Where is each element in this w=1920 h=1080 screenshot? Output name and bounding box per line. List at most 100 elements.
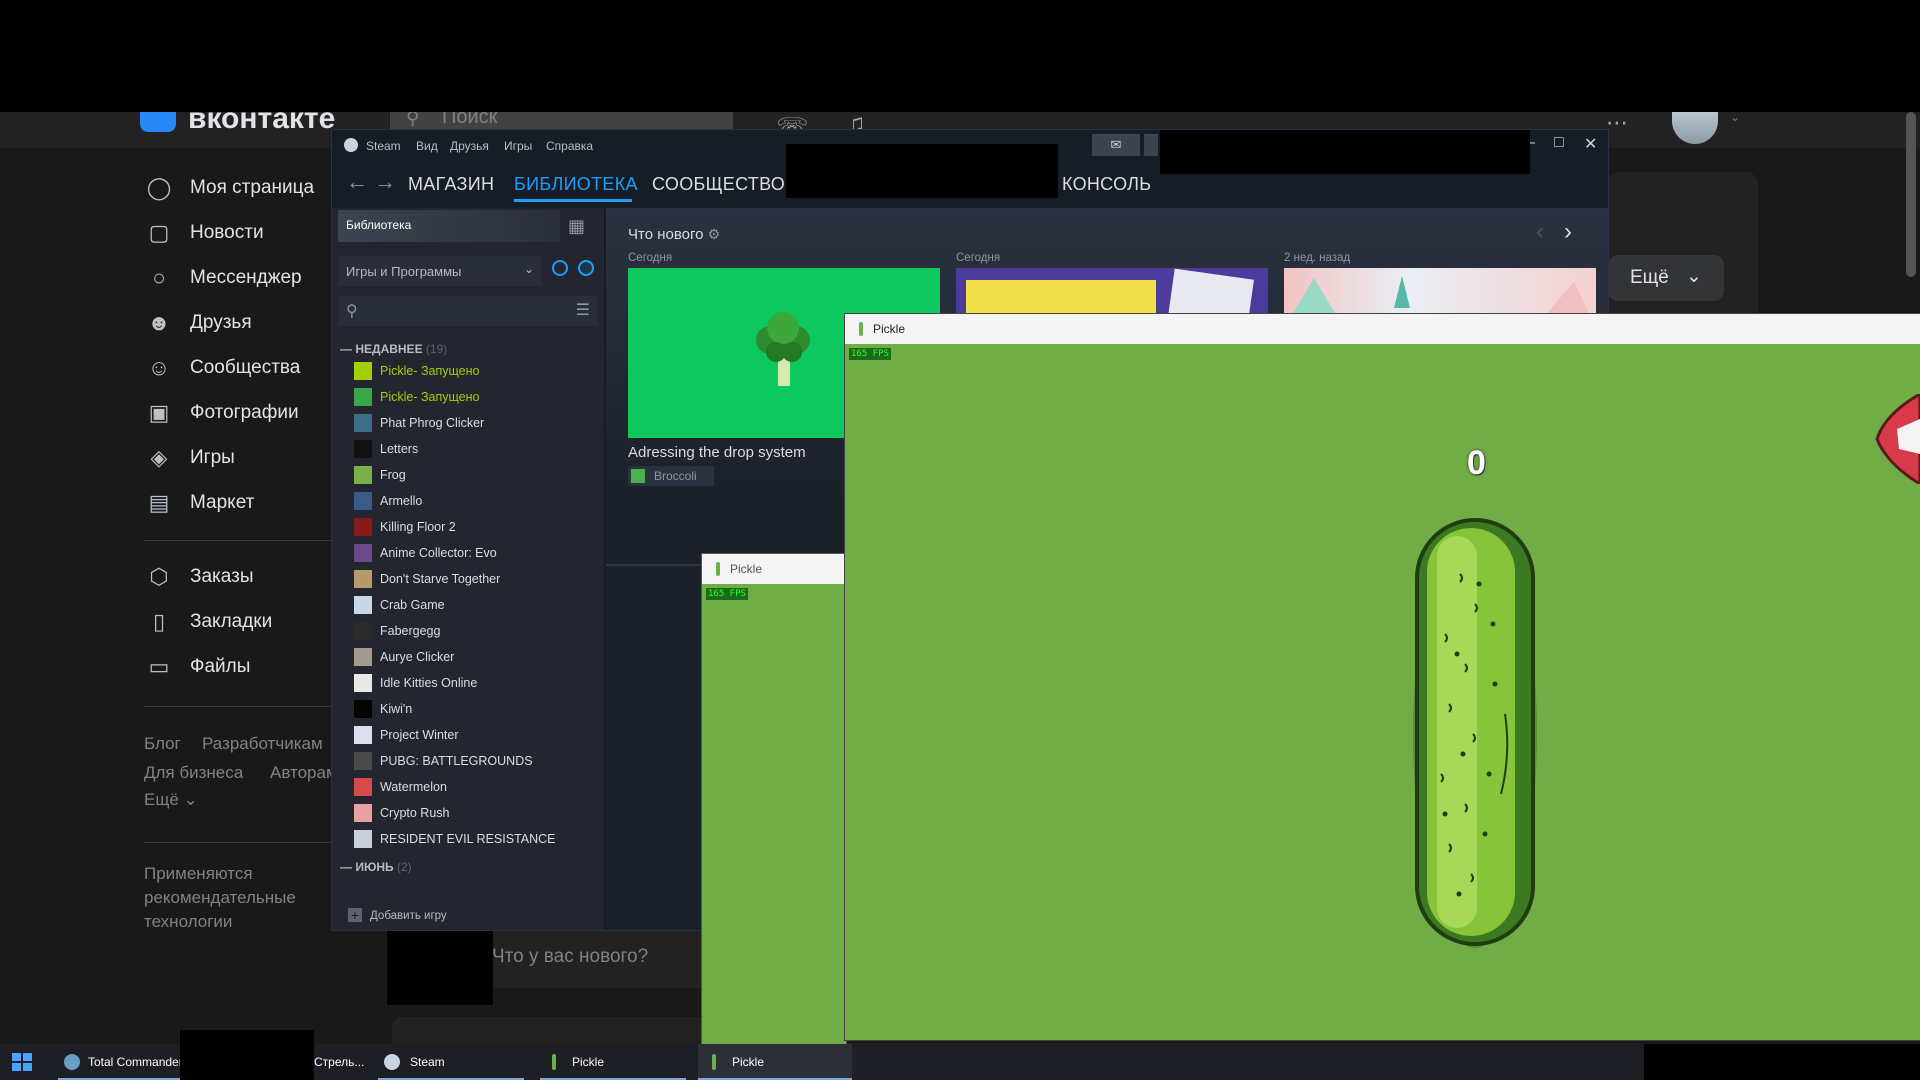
section-june[interactable]: — ИЮНЬ (2) — [340, 860, 412, 874]
pickle-titlebar[interactable]: Pickle — [702, 554, 846, 584]
tab-console[interactable]: КОНСОЛЬ — [1062, 174, 1151, 195]
vk-footer-more[interactable]: Ещё ⌄ — [144, 790, 198, 810]
recent-clock-icon[interactable] — [552, 260, 568, 276]
section-recent[interactable]: — НЕДАВНЕЕ (19) — [340, 342, 447, 356]
game-list-item[interactable]: Pickle - Запущено — [354, 360, 594, 382]
friends-icon: ☻ — [147, 310, 171, 335]
section-recent-label: НЕДАВНЕЕ — [355, 342, 423, 356]
apps-grid-icon[interactable]: ⋯ — [1606, 112, 1628, 136]
vk-recommend-note-line1: Применяются — [144, 864, 253, 883]
game-list-item[interactable]: Killing Floor 2 — [354, 516, 594, 538]
game-list-item[interactable]: Anime Collector: Evo — [354, 542, 594, 564]
game-name: Don't Starve Together — [380, 572, 501, 586]
library-search-input[interactable]: ⚲ ☰ — [338, 296, 598, 326]
tab-community[interactable]: СООБЩЕСТВО — [652, 174, 785, 195]
lips-sprite[interactable] — [1875, 394, 1920, 484]
game-name: Watermelon — [380, 780, 447, 794]
steam-menu-games[interactable]: Игры — [504, 139, 532, 153]
chevron-down-icon: ⌄ — [523, 262, 534, 276]
taskbar-pickle-1[interactable]: Pickle — [540, 1044, 686, 1080]
vk-nav-label: Друзья — [190, 312, 252, 333]
vk-logo[interactable] — [140, 112, 176, 132]
gear-icon[interactable]: ⚙ — [708, 226, 721, 242]
tab-library[interactable]: БИБЛИОТЕКА — [514, 174, 638, 195]
play-filter-icon[interactable] — [578, 260, 594, 276]
game-list-item[interactable]: RESIDENT EVIL RESISTANCE — [354, 828, 594, 850]
vk-footer-business[interactable]: Для бизнеса — [144, 763, 243, 783]
taskbar-item-label: Стрель... — [314, 1055, 365, 1069]
game-icon — [354, 570, 372, 588]
game-name: Fabergegg — [380, 624, 441, 638]
vk-nav-divider — [144, 706, 334, 707]
game-list-item[interactable]: Letters — [354, 438, 594, 460]
user-circle-icon: ◯ — [146, 175, 172, 200]
game-list-item[interactable]: PUBG: BATTLEGROUNDS — [354, 750, 594, 772]
game-list-item[interactable]: Idle Kitties Online — [354, 672, 594, 694]
vk-scrollbar[interactable] — [1906, 112, 1916, 277]
taskbar-pickle-2[interactable]: Pickle — [698, 1044, 852, 1080]
game-list-item[interactable]: Crab Game — [354, 594, 594, 616]
chevron-down-icon[interactable]: ⌄ — [1730, 112, 1740, 124]
game-list-item[interactable]: Kiwi'n — [354, 698, 594, 720]
grid-view-icon[interactable]: ▦ — [568, 216, 585, 237]
forward-arrow-icon[interactable]: → — [374, 169, 396, 195]
megaphone-icon[interactable]: ✉ — [1092, 134, 1140, 156]
vk-nav-label: Новости — [190, 222, 264, 243]
pickle-window-small[interactable]: Pickle 165 FPS — [702, 554, 846, 1054]
library-home-button[interactable]: Библиотека — [338, 210, 560, 242]
game-list-item[interactable]: Watermelon — [354, 776, 594, 798]
game-list-item[interactable]: Don't Starve Together — [354, 568, 594, 590]
game-name: RESIDENT EVIL RESISTANCE — [380, 832, 556, 846]
pickle-sprite[interactable] — [1405, 514, 1545, 954]
library-home-label: Библиотека — [346, 218, 412, 232]
game-name: Project Winter — [380, 728, 459, 742]
steam-menu-help[interactable]: Справка — [546, 139, 593, 153]
redacted-block — [1160, 130, 1530, 174]
taskbar-total-commander[interactable]: Total Commander — [58, 1044, 188, 1080]
close-icon[interactable]: ✕ — [1584, 134, 1597, 154]
windows-start-icon[interactable] — [12, 1053, 32, 1071]
section-june-label: ИЮНЬ — [355, 860, 394, 874]
pickle-window-main[interactable]: Pickle 165 FPS 0 — [845, 314, 1920, 1040]
game-list-item[interactable]: Frog — [354, 464, 594, 486]
steam-menu-view[interactable]: Вид — [416, 139, 438, 153]
vk-footer-developers[interactable]: Разработчикам — [202, 734, 323, 754]
news-card-game-tag[interactable]: Broccoli — [628, 466, 714, 486]
game-list-item[interactable]: Aurye Clicker — [354, 646, 594, 668]
game-icon — [354, 388, 372, 406]
taskbar-steam[interactable]: Steam — [378, 1044, 524, 1080]
maximize-icon[interactable]: □ — [1554, 134, 1564, 152]
game-list-item[interactable]: Pickle - Запущено — [354, 386, 594, 408]
vk-brand-name[interactable]: вконтакте — [188, 112, 335, 136]
vk-footer-blog[interactable]: Блог — [144, 734, 181, 754]
chevron-left-icon[interactable]: ‹ — [1536, 218, 1544, 245]
news-when: Сегодня — [628, 252, 673, 264]
pickle-app-icon — [552, 1054, 556, 1070]
tab-store[interactable]: МАГАЗИН — [408, 174, 494, 195]
steam-menu-friends[interactable]: Друзья — [450, 139, 489, 153]
filter-lines-icon[interactable]: ☰ — [576, 300, 590, 320]
vk-nav-label: Закладки — [190, 611, 273, 632]
news-card-title[interactable]: Adressing the drop system — [628, 444, 806, 461]
library-filter-dropdown[interactable]: Игры и Программы ⌄ — [338, 256, 542, 286]
game-list-item[interactable]: Fabergegg — [354, 620, 594, 642]
newspaper-icon: ▢ — [148, 220, 170, 245]
redacted-block — [387, 920, 493, 1005]
add-game-button[interactable]: + Добавить игру — [332, 904, 604, 930]
pickle-titlebar[interactable]: Pickle — [845, 314, 1920, 344]
game-list-item[interactable]: Crypto Rush — [354, 802, 594, 824]
game-name: Letters — [380, 442, 419, 456]
game-list-item[interactable]: Armello — [354, 490, 594, 512]
steam-menu-steam[interactable]: Steam — [366, 139, 401, 153]
game-list-item[interactable]: Project Winter — [354, 724, 594, 746]
vk-more-button[interactable]: Ещё ⌄ — [1608, 255, 1724, 301]
redacted-block — [1644, 1044, 1920, 1080]
game-icon — [354, 700, 372, 718]
chevron-right-icon[interactable]: › — [1564, 218, 1572, 245]
vk-footer-authors[interactable]: Авторам — [270, 763, 338, 783]
steam-notify-extra[interactable] — [1144, 134, 1158, 156]
game-list-item[interactable]: Phat Phrog Clicker — [354, 412, 594, 434]
back-arrow-icon[interactable]: ← — [346, 169, 368, 195]
vk-post-placeholder[interactable]: Что у вас нового? — [492, 946, 648, 968]
game-icon — [354, 440, 372, 458]
